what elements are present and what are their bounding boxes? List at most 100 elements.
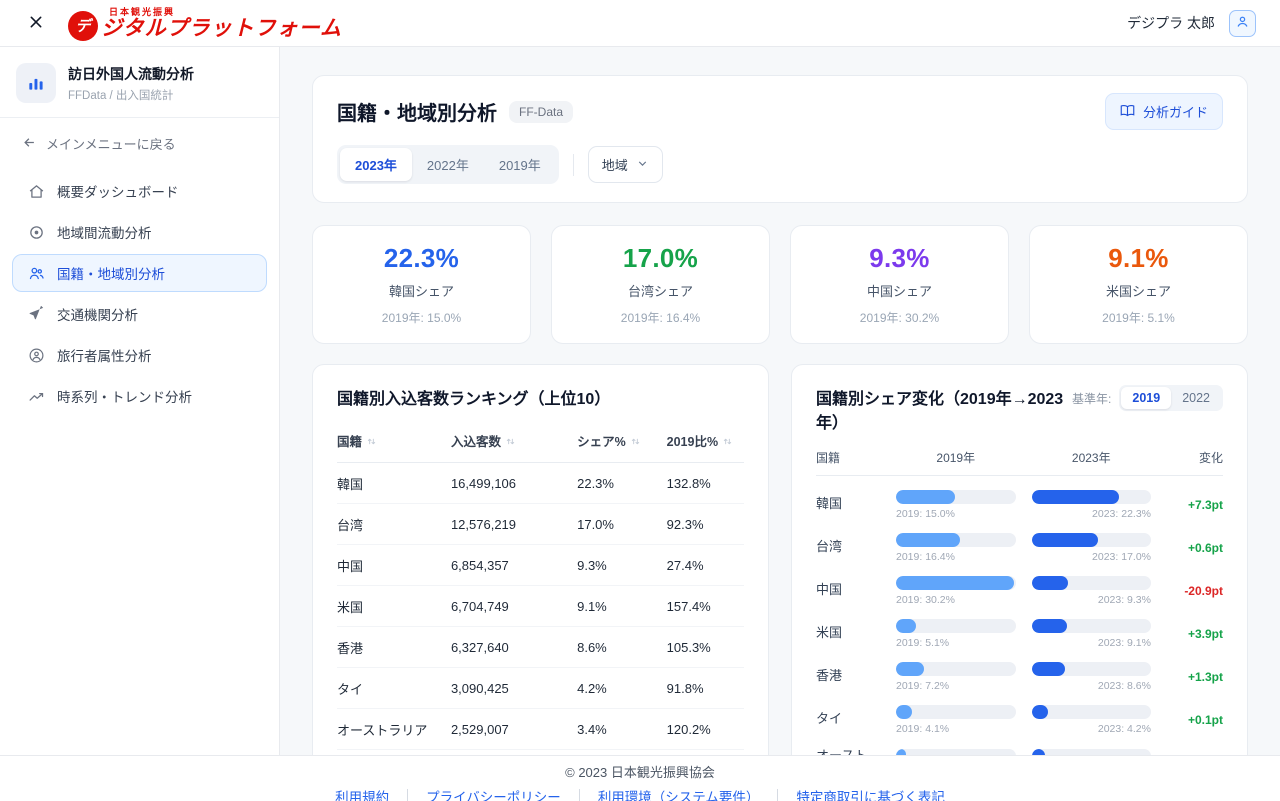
- footer-link-3[interactable]: 特定商取引に基づく表記: [796, 786, 945, 801]
- table-cell: 22.3%: [577, 463, 667, 504]
- ranking-table-head: 国籍入込客数シェア%2019比%: [337, 423, 744, 463]
- footer-link-1[interactable]: プライバシーポリシー: [426, 786, 561, 801]
- table-cell: 27.4%: [667, 545, 744, 586]
- bar-2023-track: [1032, 619, 1152, 633]
- sidebar-app-subtitle: FFData / 出入国統計: [68, 87, 194, 103]
- page-title: 国籍・地域別分析: [337, 97, 497, 126]
- region-dropdown[interactable]: 地域: [588, 146, 663, 183]
- table-cell: 120.2%: [667, 709, 744, 750]
- sidebar-app-header: 訪日外国人流動分析 FFData / 出入国統計: [0, 61, 279, 117]
- year-tab-1[interactable]: 2022年: [412, 148, 484, 181]
- table-row: 韓国16,499,10622.3%132.8%: [337, 463, 744, 504]
- stat-cards: 22.3% 韓国シェア 2019年: 15.0% 17.0% 台湾シェア 201…: [312, 225, 1248, 344]
- table-row: 台湾12,576,21917.0%92.3%: [337, 504, 744, 545]
- table-cell: タイ: [337, 668, 451, 709]
- app-logo[interactable]: デ 日本観光振興 ジタルプラットフォーム: [68, 5, 342, 40]
- sidebar-item-label: 旅行者属性分析: [57, 345, 152, 365]
- share-change-value: -20.9pt: [1167, 584, 1223, 598]
- share-col-2019: 2019年: [896, 449, 1016, 466]
- sidebar-item-1[interactable]: 地域間流動分析: [12, 213, 267, 251]
- user-account-button[interactable]: [1229, 10, 1256, 37]
- table-cell: 香港: [337, 627, 451, 668]
- sidebar-item-5[interactable]: 時系列・トレンド分析: [12, 377, 267, 415]
- bar-2023-label: 2023: 9.1%: [1032, 637, 1152, 649]
- table-row: 中国6,854,3579.3%27.4%: [337, 545, 744, 586]
- table-row: タイ3,090,4254.2%91.8%: [337, 668, 744, 709]
- logo-mark-icon: デ: [68, 11, 98, 41]
- share-col-2023: 2023年: [1032, 449, 1152, 466]
- footer-link-separator: [777, 789, 778, 801]
- bar-2019-label: 2019: 15.0%: [896, 508, 1016, 520]
- sidebar-item-4[interactable]: 旅行者属性分析: [12, 336, 267, 374]
- bar-2023-track: [1032, 533, 1152, 547]
- share-country: 米国: [816, 625, 880, 642]
- close-button[interactable]: [24, 11, 48, 35]
- app-window: デ 日本観光振興 ジタルプラットフォーム デジプラ 太郎 訪日外国人流動分析 F…: [0, 0, 1280, 801]
- bar-2023-label: 2023: 22.3%: [1032, 508, 1152, 520]
- sidebar-nav: 概要ダッシュボード 地域間流動分析 国籍・地域別分析 交通機関分析 旅行者属性分…: [0, 172, 279, 415]
- share-row: 米国 2019: 5.1% 2023: 9.1% +3.9pt: [816, 612, 1223, 655]
- bar-2019-track: [896, 576, 1016, 590]
- region-dropdown-label: 地域: [602, 155, 628, 174]
- ranking-table-body: 韓国16,499,10622.3%132.8%台湾12,576,21917.0%…: [337, 463, 744, 756]
- footer-link-separator: [579, 789, 580, 801]
- sidebar-item-label: 交通機関分析: [57, 304, 138, 324]
- sort-icon: [630, 436, 641, 450]
- stat-card-0: 22.3% 韓国シェア 2019年: 15.0%: [312, 225, 531, 344]
- ranking-column-header-2[interactable]: シェア%: [577, 423, 667, 463]
- table-cell: 12,576,219: [451, 504, 577, 545]
- analysis-guide-button[interactable]: 分析ガイド: [1105, 93, 1223, 130]
- sidebar-divider: [0, 117, 279, 118]
- sidebar-item-3[interactable]: 交通機関分析: [12, 295, 267, 333]
- stat-card-3: 9.1% 米国シェア 2019年: 5.1%: [1029, 225, 1248, 344]
- chevron-down-icon: [636, 157, 649, 173]
- share-change-value: +0.6pt: [1167, 541, 1223, 555]
- share-change-title: 国籍別シェア変化（2019年→2023年）: [816, 385, 1072, 433]
- home-icon: [27, 182, 45, 200]
- share-country: タイ: [816, 711, 880, 728]
- sidebar-item-2[interactable]: 国籍・地域別分析: [12, 254, 267, 292]
- year-tab-2[interactable]: 2019年: [484, 148, 556, 181]
- base-year-label: 基準年:: [1072, 390, 1111, 407]
- sidebar-item-0[interactable]: 概要ダッシュボード: [12, 172, 267, 210]
- stat-label: 中国シェア: [801, 281, 998, 300]
- base-year-option-0[interactable]: 2019: [1121, 387, 1171, 409]
- table-row: 米国6,704,7499.1%157.4%: [337, 586, 744, 627]
- footer-link-2[interactable]: 利用環境（システム要件）: [598, 786, 760, 801]
- bar-2023: [1032, 662, 1066, 676]
- ranking-column-header-3[interactable]: 2019比%: [667, 423, 744, 463]
- table-cell: 3.4%: [577, 709, 667, 750]
- table-cell: 132.8%: [667, 463, 744, 504]
- stat-card-2: 9.3% 中国シェア 2019年: 30.2%: [790, 225, 1009, 344]
- share-col-change: 変化: [1167, 449, 1223, 466]
- share-column-headers: 国籍 2019年 2023年 変化: [816, 433, 1223, 476]
- ranking-column-header-1[interactable]: 入込客数: [451, 423, 577, 463]
- back-to-main-menu-link[interactable]: メインメニューに戻る: [0, 130, 279, 169]
- bar-2023-label: 2023: 4.2%: [1032, 723, 1152, 735]
- sidebar-item-label: 国籍・地域別分析: [57, 263, 165, 283]
- bar-2019: [896, 576, 1014, 590]
- copyright: © 2023 日本観光振興協会: [0, 762, 1280, 781]
- footer-link-separator: [407, 789, 408, 801]
- footer-link-0[interactable]: 利用規約: [335, 786, 389, 801]
- ranking-column-header-0[interactable]: 国籍: [337, 423, 451, 463]
- table-cell: 中国: [337, 545, 451, 586]
- bar-2023-label: 2023: 17.0%: [1032, 551, 1152, 563]
- sidebar-item-label: 時系列・トレンド分析: [57, 386, 192, 406]
- data-source-badge: FF-Data: [509, 101, 573, 123]
- year-tab-0[interactable]: 2023年: [340, 148, 412, 181]
- share-row: 台湾 2019: 16.4% 2023: 17.0% +0.6pt: [816, 526, 1223, 569]
- share-rows: 韓国 2019: 15.0% 2023: 22.3% +7.3pt 台湾 201…: [816, 483, 1223, 755]
- base-year-option-1[interactable]: 2022: [1171, 387, 1221, 409]
- bar-2023: [1032, 576, 1068, 590]
- stat-value: 9.1%: [1040, 243, 1237, 274]
- bar-2019: [896, 619, 916, 633]
- table-cell: 2,529,007: [451, 709, 577, 750]
- bar-2019-track: [896, 533, 1016, 547]
- bar-2023: [1032, 533, 1099, 547]
- share-change-value: +3.9pt: [1167, 627, 1223, 641]
- bar-2023: [1032, 619, 1068, 633]
- stat-label: 韓国シェア: [323, 281, 520, 300]
- share-country: オーストラリア: [816, 748, 880, 756]
- stat-subtext: 2019年: 16.4%: [562, 309, 759, 326]
